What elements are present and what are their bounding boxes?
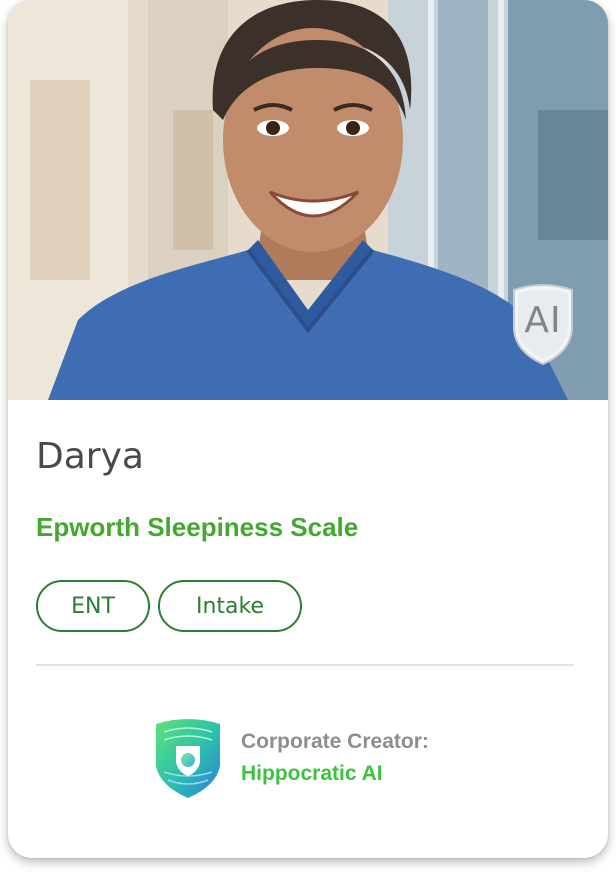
tag-ent[interactable]: ENT (36, 580, 150, 632)
agent-card[interactable]: AI Darya Epworth Sleepiness Scale ENT In… (8, 0, 608, 858)
assessment-title[interactable]: Epworth Sleepiness Scale (36, 512, 358, 543)
tag-list: ENT Intake (36, 580, 302, 632)
ai-shield-icon: AI (510, 282, 576, 366)
agent-name: Darya (36, 436, 144, 477)
ai-badge-label: AI (524, 300, 562, 341)
divider (36, 664, 574, 666)
tag-intake[interactable]: Intake (158, 580, 302, 632)
creator-name[interactable]: Hippocratic AI (241, 762, 383, 786)
creator-label: Corporate Creator: (241, 730, 429, 753)
hippocratic-shield-logo-icon (154, 716, 222, 798)
